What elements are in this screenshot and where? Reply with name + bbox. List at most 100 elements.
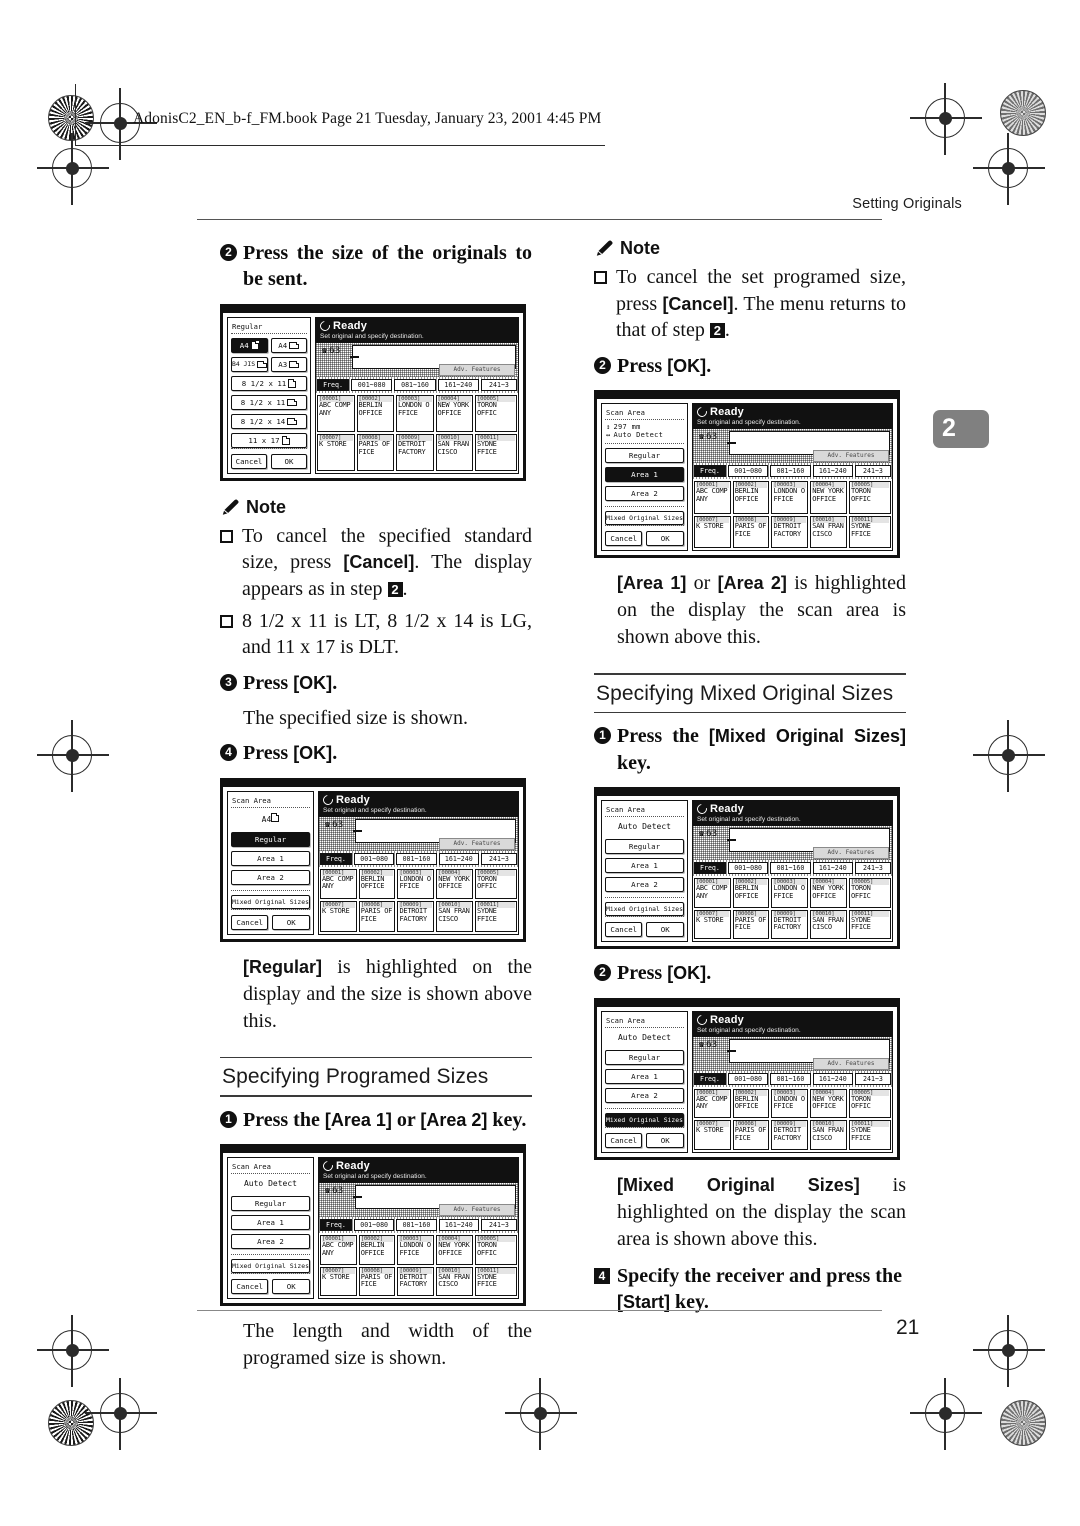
lcd-tab-241-320[interactable]: 241~3 <box>854 1072 891 1085</box>
lcd-ok-button[interactable]: OK <box>272 914 310 930</box>
destination-cell[interactable]: [00002] BERLIN OFFICE <box>358 868 396 900</box>
destination-cell[interactable]: [00007] K STORE <box>317 433 355 471</box>
lcd-key-area-1[interactable]: Area 1 <box>605 467 684 483</box>
lcd-tab-081-160[interactable]: 081~160 <box>770 465 811 478</box>
destination-cell[interactable]: [00004] NEW YORK OFFICE <box>436 868 474 900</box>
lcd-tab-161-240[interactable]: 161~240 <box>812 465 853 478</box>
lcd-tab-241-320[interactable]: 241~3 <box>854 862 891 875</box>
destination-cell[interactable]: [00003] LONDON O FFICE <box>771 481 809 514</box>
lcd-ok-button[interactable]: OK <box>646 531 684 547</box>
destination-cell[interactable]: [00005] TORON OFFIC <box>849 481 892 514</box>
lcd-key-regular[interactable]: Regular <box>231 1196 310 1212</box>
destination-cell[interactable]: [00010] SAN FRAN CISCO <box>435 433 473 471</box>
lcd-tab-161-240[interactable]: 161~240 <box>812 862 853 875</box>
lcd-cancel-button[interactable]: Cancel <box>605 1132 643 1148</box>
destination-cell[interactable]: [00001] ABC COMP ANY <box>693 1088 731 1119</box>
destination-cell[interactable]: [00009] DETROIT FACTORY <box>771 909 809 940</box>
adv-features-button[interactable]: Adv. Features <box>439 1204 515 1217</box>
destination-cell[interactable]: [00001] ABC COMP ANY <box>693 878 731 908</box>
lcd-key-mixed-original-sizes[interactable]: Mixed Original Sizes <box>605 902 684 917</box>
destination-cell[interactable]: [00009] DETROIT FACTORY <box>397 1266 435 1297</box>
destination-cell[interactable]: [00002] BERLIN OFFICE <box>358 1235 396 1265</box>
lcd-tab-081-160[interactable]: 081~160 <box>770 862 811 875</box>
destination-cell[interactable]: [00008] PARIS OF FICE <box>732 1120 770 1150</box>
lcd-tab-081-160[interactable]: 081~160 <box>394 378 436 391</box>
destination-cell[interactable]: [00003] LONDON O FFICE <box>771 878 809 908</box>
lcd-key-mixed-original-sizes[interactable]: Mixed Original Sizes <box>605 1112 684 1127</box>
lcd-key-area-2[interactable]: Area 2 <box>605 486 684 502</box>
lcd-key-area-1[interactable]: Area 1 <box>605 858 684 874</box>
lcd-key-mixed-original-sizes[interactable]: Mixed Original Sizes <box>231 894 310 909</box>
destination-cell[interactable]: [00001] ABC COMP ANY <box>693 481 731 514</box>
lcd-tab-001-080[interactable]: 001~080 <box>727 465 769 478</box>
destination-cell[interactable]: [00011] SYDNE FFICE <box>475 1266 518 1297</box>
destination-cell[interactable]: [00008] PARIS OF FICE <box>732 515 770 549</box>
destination-cell[interactable]: [00003] LONDON O FFICE <box>771 1088 809 1119</box>
lcd-tab-freq[interactable]: Freq. <box>693 1072 726 1085</box>
lcd-tab-001-080[interactable]: 001~080 <box>727 862 769 875</box>
lcd-tab-001-080[interactable]: 001~080 <box>353 1219 395 1232</box>
lcd-tab-freq[interactable]: Freq. <box>693 465 726 478</box>
lcd-tab-freq[interactable]: Freq. <box>693 862 726 875</box>
destination-cell[interactable]: [00003] LONDON O FFICE <box>397 1235 435 1265</box>
destination-cell[interactable]: [00010] SAN FRAN CISCO <box>810 909 848 940</box>
lcd-ok-button[interactable]: OK <box>646 1132 684 1148</box>
lcd-key-mixed-original-sizes[interactable]: Mixed Original Sizes <box>231 1259 310 1274</box>
destination-cell[interactable]: [00005] TORON OFFIC <box>475 1235 518 1265</box>
destination-cell[interactable]: [00010] SAN FRAN CISCO <box>436 1266 474 1297</box>
destination-cell[interactable]: [00010] SAN FRAN CISCO <box>436 901 474 932</box>
destination-cell[interactable]: [00007] K STORE <box>319 901 357 932</box>
destination-cell[interactable]: [00009] DETROIT FACTORY <box>771 515 809 549</box>
destination-cell[interactable]: [00007] K STORE <box>693 1120 731 1150</box>
destination-cell[interactable]: [00004] NEW YORK OFFICE <box>435 394 473 432</box>
lcd-tab-241-320[interactable]: 241~3 <box>480 378 517 391</box>
destination-cell[interactable]: [00009] DETROIT FACTORY <box>771 1120 809 1150</box>
lcd-tab-081-160[interactable]: 081~160 <box>770 1072 811 1085</box>
lcd-key-area-2[interactable]: Area 2 <box>605 1087 684 1103</box>
lcd-tab-241-320[interactable]: 241~3 <box>480 852 517 865</box>
destination-cell[interactable]: [00004] NEW YORK OFFICE <box>810 481 848 514</box>
destination-cell[interactable]: [00011] SYDNE FFICE <box>849 515 892 549</box>
lcd-tab-161-240[interactable]: 161~240 <box>437 378 479 391</box>
lcd-tab-081-160[interactable]: 081~160 <box>396 1219 437 1232</box>
lcd-key-mixed-original-sizes[interactable]: Mixed Original Sizes <box>605 511 684 526</box>
adv-features-button[interactable]: Adv. Features <box>813 847 889 860</box>
lcd-key-a3[interactable]: A3 <box>270 356 307 372</box>
lcd-ok-button[interactable]: OK <box>271 453 307 469</box>
destination-cell[interactable]: [00002] BERLIN OFFICE <box>732 1088 770 1119</box>
adv-features-button[interactable]: Adv. Features <box>813 1057 889 1070</box>
lcd-cancel-button[interactable]: Cancel <box>231 453 267 469</box>
lcd-key-a4-landscape[interactable]: A4 <box>270 337 307 353</box>
lcd-tab-241-320[interactable]: 241~3 <box>480 1219 517 1232</box>
destination-cell[interactable]: [00007] K STORE <box>319 1266 357 1297</box>
lcd-tab-001-080[interactable]: 001~080 <box>727 1072 769 1085</box>
destination-cell[interactable]: [00007] K STORE <box>693 909 731 940</box>
destination-cell[interactable]: [00011] SYDNE FFICE <box>849 1120 892 1150</box>
lcd-tab-241-320[interactable]: 241~3 <box>854 465 891 478</box>
destination-cell[interactable]: [00005] TORON OFFIC <box>475 394 517 432</box>
destination-cell[interactable]: [00004] NEW YORK OFFICE <box>810 1088 848 1119</box>
destination-cell[interactable]: [00004] NEW YORK OFFICE <box>436 1235 474 1265</box>
adv-features-button[interactable]: Adv. Features <box>439 363 515 376</box>
lcd-key-regular[interactable]: Regular <box>231 831 310 847</box>
lcd-tab-161-240[interactable]: 161~240 <box>812 1072 853 1085</box>
lcd-tab-081-160[interactable]: 081~160 <box>396 852 437 865</box>
destination-cell[interactable]: [00004] NEW YORK OFFICE <box>810 878 848 908</box>
lcd-tab-161-240[interactable]: 161~240 <box>438 852 479 865</box>
lcd-key-regular[interactable]: Regular <box>605 1049 684 1065</box>
lcd-key-area-1[interactable]: Area 1 <box>231 850 310 866</box>
destination-cell[interactable]: [00008] PARIS OF FICE <box>358 901 396 932</box>
destination-cell[interactable]: [00001] ABC COMP ANY <box>317 394 355 432</box>
destination-cell[interactable]: [00009] DETROIT FACTORY <box>397 901 435 932</box>
destination-cell[interactable]: [00011] SYDNE FFICE <box>475 433 517 471</box>
lcd-key-ledger[interactable]: 11 x 17 <box>231 432 307 448</box>
destination-cell[interactable]: [00009] DETROIT FACTORY <box>396 433 434 471</box>
lcd-key-area-2[interactable]: Area 2 <box>231 1234 310 1250</box>
lcd-key-legal[interactable]: 8 1/2 x 14 <box>231 413 307 429</box>
lcd-ok-button[interactable]: OK <box>646 922 684 938</box>
lcd-key-regular[interactable]: Regular <box>605 839 684 855</box>
lcd-key-area-1[interactable]: Area 1 <box>605 1068 684 1084</box>
destination-cell[interactable]: [00010] SAN FRAN CISCO <box>810 1120 848 1150</box>
destination-cell[interactable]: [00011] SYDNE FFICE <box>475 901 518 932</box>
destination-cell[interactable]: [00008] PARIS OF FICE <box>356 433 394 471</box>
